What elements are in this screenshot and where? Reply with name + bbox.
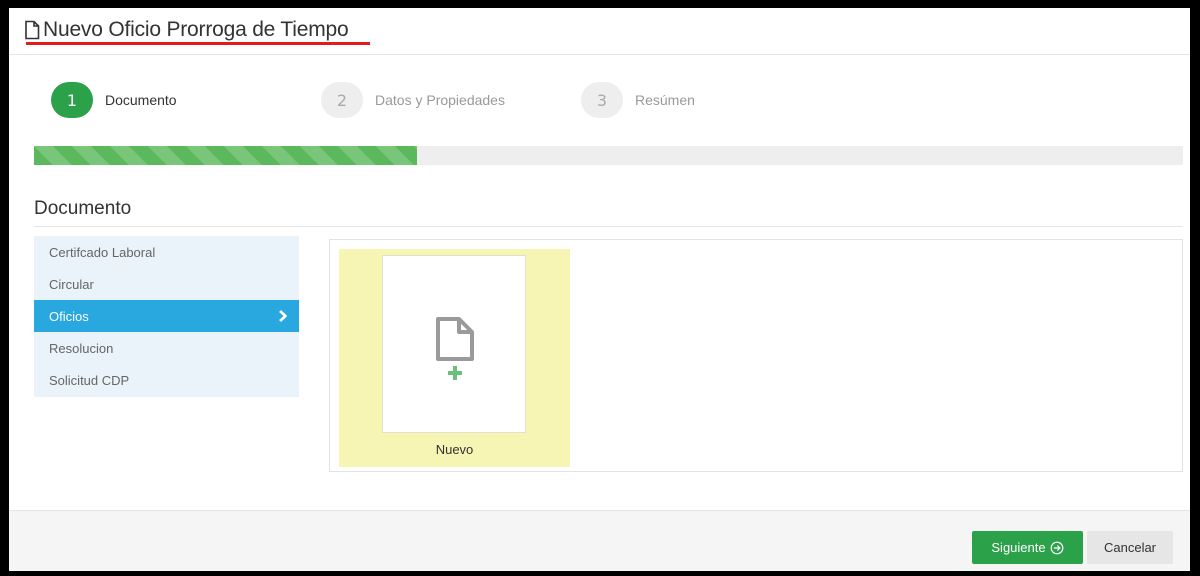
title-underline <box>26 42 370 45</box>
template-thumbnail <box>382 255 526 433</box>
category-list: Certifcado Laboral Circular Oficios Reso… <box>34 236 299 397</box>
section-title: Documento <box>34 198 132 219</box>
wizard-progress-bar <box>34 146 1183 165</box>
document-icon <box>25 20 40 40</box>
modal-header: Nuevo Oficio Prorroga de Tiempo <box>9 8 1190 55</box>
page-title-text: Nuevo Oficio Prorroga de Tiempo <box>43 18 349 41</box>
cancel-button-label: Cancelar <box>1103 540 1157 555</box>
category-label: Oficios <box>49 308 89 324</box>
category-item-oficios[interactable]: Oficios <box>34 300 299 332</box>
step-label: Resúmen <box>635 92 695 108</box>
modal-footer: Siguiente Cancelar <box>9 510 1190 571</box>
category-label: Certifcado Laboral <box>49 244 156 260</box>
template-panel: Nuevo <box>329 239 1183 472</box>
category-label: Solicitud CDP <box>49 372 130 388</box>
next-button[interactable]: Siguiente <box>972 531 1083 564</box>
page-title: Nuevo Oficio Prorroga de Tiempo <box>24 18 349 42</box>
template-label: Nuevo <box>435 442 474 457</box>
divider <box>34 226 1183 227</box>
template-card-nuevo[interactable]: Nuevo <box>339 249 570 467</box>
step-label: Documento <box>105 92 177 108</box>
wizard-step-1[interactable]: 1 Documento <box>51 82 321 118</box>
category-label: Circular <box>49 276 94 292</box>
category-label: Resolucion <box>49 340 114 356</box>
step-number: 3 <box>581 82 623 118</box>
cancel-button[interactable]: Cancelar <box>1087 531 1173 564</box>
next-button-label: Siguiente <box>991 540 1046 555</box>
category-item-solicitud-cdp[interactable]: Solicitud CDP <box>34 364 299 396</box>
category-item-resolucion[interactable]: Resolucion <box>34 332 299 364</box>
new-document-icon <box>436 317 474 380</box>
wizard-step-3[interactable]: 3 Resúmen <box>581 82 695 118</box>
category-item-circular[interactable]: Circular <box>34 268 299 300</box>
wizard-steps: 1 Documento 2 Datos y Propiedades 3 Resú… <box>51 82 695 118</box>
step-number: 1 <box>51 82 93 118</box>
step-label: Datos y Propiedades <box>375 92 505 108</box>
modal-window: Nuevo Oficio Prorroga de Tiempo 1 Docume… <box>9 8 1190 571</box>
step-number: 2 <box>321 82 363 118</box>
progress-fill <box>34 146 417 165</box>
chevron-right-icon <box>279 310 287 322</box>
category-item-certificado-laboral[interactable]: Certifcado Laboral <box>34 236 299 268</box>
wizard-step-2[interactable]: 2 Datos y Propiedades <box>321 82 581 118</box>
arrow-circle-right-icon <box>1050 541 1064 554</box>
